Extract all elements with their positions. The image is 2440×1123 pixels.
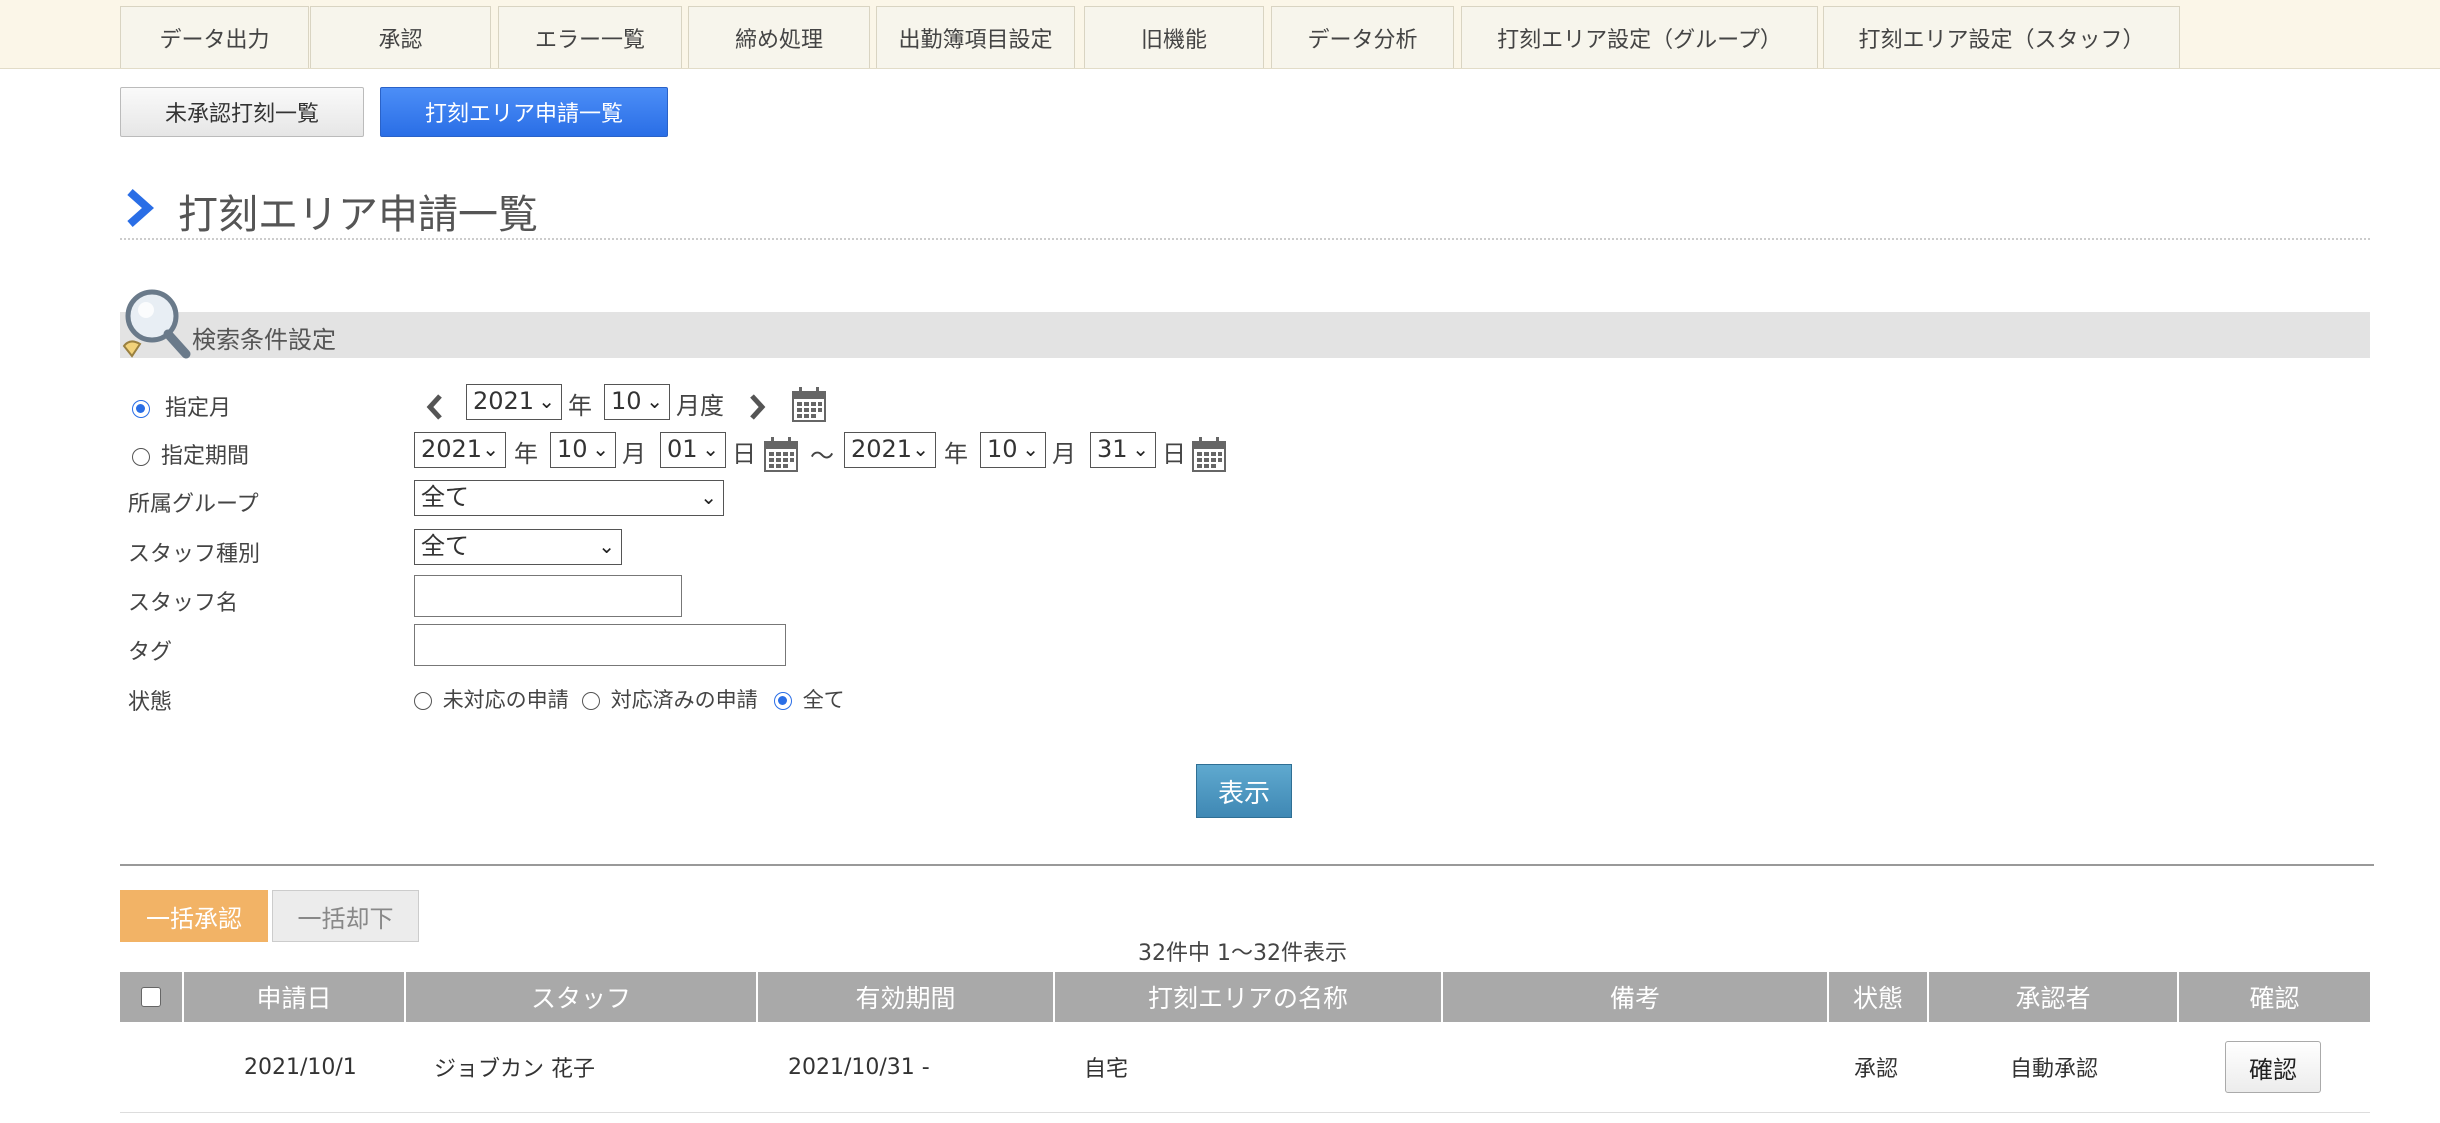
staff-type-label: スタッフ種別 <box>128 542 261 567</box>
row-area-name: 自宅 <box>1084 1057 1129 1082</box>
tag-input[interactable] <box>414 624 786 666</box>
status-unhandled-radio[interactable] <box>414 692 432 710</box>
prev-month-icon[interactable] <box>424 392 446 422</box>
period-to-year-select[interactable]: 2021 ⌄ <box>844 432 936 468</box>
tab-closing[interactable]: 締め処理 <box>688 6 870 68</box>
status-handled-radio[interactable] <box>582 692 600 710</box>
tab-data-analysis[interactable]: データ分析 <box>1271 6 1454 68</box>
period-from-month-select[interactable]: 10 ⌄ <box>550 432 616 468</box>
top-navigation: データ出力 承認 エラー一覧 締め処理 出勤簿項目設定 旧機能 データ分析 打刻… <box>0 0 2440 69</box>
tab-attendance-settings[interactable]: 出勤簿項目設定 <box>876 6 1075 68</box>
search-conditions-header <box>120 312 2370 358</box>
from-month-unit: 月 <box>622 440 646 468</box>
status-all-label: 全て <box>802 688 845 712</box>
divider <box>120 864 2374 866</box>
tab-error-list[interactable]: エラー一覧 <box>498 6 682 68</box>
from-year-unit: 年 <box>514 440 538 468</box>
header-approver: 承認者 <box>1929 972 2179 1022</box>
header-status: 状態 <box>1829 972 1929 1022</box>
status-option-all[interactable]: 全て <box>774 684 845 714</box>
status-handled-label: 対応済みの申請 <box>610 688 758 712</box>
year-unit: 年 <box>568 392 592 420</box>
tag-label: タグ <box>128 640 173 665</box>
calendar-icon[interactable] <box>764 436 798 472</box>
search-conditions-title: 検索条件設定 <box>192 326 336 354</box>
table-row: 2021/10/1 ジョブカン 花子 2021/10/31 - 自宅 承認 自動… <box>120 1022 2370 1113</box>
period-from-day-select[interactable]: 01 ⌄ <box>660 432 726 468</box>
row-status: 承認 <box>1854 1057 1899 1082</box>
table-header: 申請日 スタッフ 有効期間 打刻エリアの名称 備考 状態 承認者 確認 <box>120 972 2370 1022</box>
status-option-handled[interactable]: 対応済みの申請 <box>582 684 758 714</box>
header-area-name: 打刻エリアの名称 <box>1055 972 1443 1022</box>
tab-area-staff[interactable]: 打刻エリア設定（スタッフ） <box>1823 6 2180 68</box>
header-confirm: 確認 <box>2249 984 2300 1013</box>
period-from-year-select[interactable]: 2021 ⌄ <box>414 432 506 468</box>
tab-data-output[interactable]: データ出力 <box>120 6 309 68</box>
unapproved-clock-list-button[interactable]: 未承認打刻一覧 <box>120 87 364 137</box>
month-mode-radio[interactable] <box>132 400 150 418</box>
page-title: 打刻エリア申請一覧 <box>178 192 538 238</box>
month-select[interactable]: 10 ⌄ <box>604 384 670 420</box>
status-unhandled-label: 未対応の申請 <box>442 688 569 712</box>
row-date: 2021/10/1 <box>244 1054 357 1080</box>
period-mode-label: 指定期間 <box>161 444 250 469</box>
staff-type-select[interactable]: 全て ⌄ <box>414 529 622 565</box>
staff-name-input[interactable] <box>414 575 682 617</box>
to-day-unit: 日 <box>1162 440 1186 468</box>
period-mode-option[interactable]: 指定期間 <box>132 438 249 470</box>
header-period: 有効期間 <box>758 972 1055 1022</box>
chevron-right-icon <box>127 189 154 227</box>
group-label: 所属グループ <box>128 492 259 517</box>
staff-name-label: スタッフ名 <box>128 591 239 616</box>
header-note: 備考 <box>1443 972 1829 1022</box>
area-request-list-button[interactable]: 打刻エリア申請一覧 <box>380 87 668 137</box>
period-to-month-select[interactable]: 10 ⌄ <box>980 432 1046 468</box>
from-day-unit: 日 <box>732 440 756 468</box>
month-year-select[interactable]: 2021 ⌄ <box>466 384 562 420</box>
row-approver: 自動承認 <box>2010 1057 2099 1082</box>
row-period: 2021/10/31 - <box>788 1054 930 1080</box>
calendar-icon[interactable] <box>792 386 826 422</box>
result-count: 32件中 1〜32件表示 <box>1138 941 1347 966</box>
period-tilde: ～ <box>810 442 834 470</box>
select-all-checkbox[interactable] <box>141 987 161 1007</box>
select-all-cell <box>120 972 184 1022</box>
period-mode-radio[interactable] <box>132 448 150 466</box>
tab-legacy[interactable]: 旧機能 <box>1084 6 1264 68</box>
group-select[interactable]: 全て ⌄ <box>414 480 724 516</box>
confirm-button[interactable]: 確認 <box>2225 1041 2321 1093</box>
tab-approval[interactable]: 承認 <box>310 6 491 68</box>
magnifier-icon <box>122 289 191 359</box>
header-date: 申請日 <box>184 972 406 1022</box>
period-to-day-select[interactable]: 31 ⌄ <box>1090 432 1156 468</box>
tab-area-group[interactable]: 打刻エリア設定（グループ） <box>1461 6 1818 68</box>
row-staff: ジョブカン 花子 <box>434 1057 595 1082</box>
status-all-radio[interactable] <box>774 692 792 710</box>
to-year-unit: 年 <box>944 440 968 468</box>
show-button[interactable]: 表示 <box>1196 764 1292 818</box>
next-month-icon[interactable] <box>746 392 768 422</box>
status-option-unhandled[interactable]: 未対応の申請 <box>414 684 569 714</box>
page-title-bar: 打刻エリア申請一覧 <box>120 178 2370 240</box>
to-month-unit: 月 <box>1052 440 1076 468</box>
month-mode-label: 指定月 <box>165 396 232 421</box>
calendar-icon[interactable] <box>1192 436 1226 472</box>
month-unit: 月度 <box>676 392 724 420</box>
status-label: 状態 <box>128 690 173 715</box>
header-staff: スタッフ <box>406 972 758 1022</box>
month-mode-option[interactable]: 指定月 <box>132 390 231 422</box>
